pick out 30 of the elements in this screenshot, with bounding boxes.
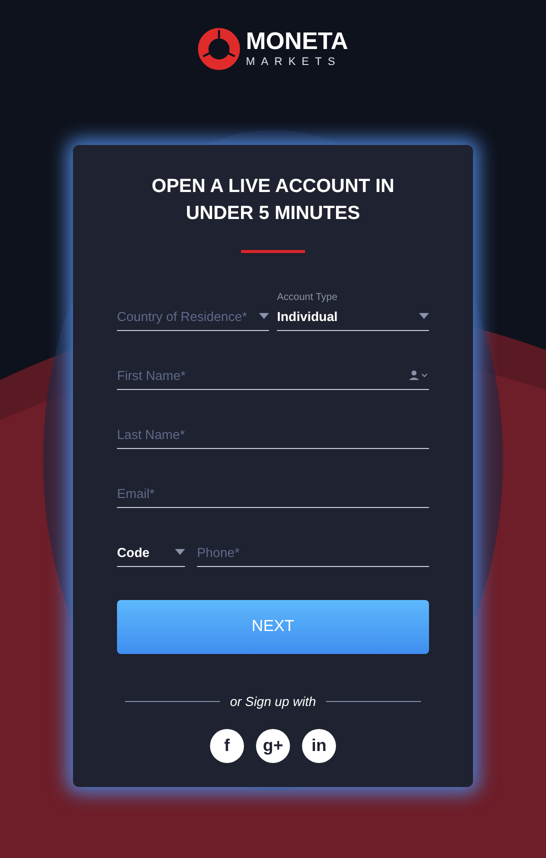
select-field[interactable]: Account Type Individual: [277, 292, 429, 331]
input-field[interactable]: Email*: [117, 483, 429, 508]
divider-text: or Sign up with: [230, 694, 316, 709]
caret-icon: [419, 313, 429, 319]
field-placeholder: First Name*: [117, 368, 186, 382]
field-label: Account Type: [277, 292, 338, 303]
heading: OPEN A LIVE ACCOUNT IN: [152, 175, 394, 199]
input-field[interactable]: First Name*: [117, 365, 429, 390]
field-placeholder: Phone*: [197, 544, 240, 560]
input-field[interactable]: Phone*: [197, 542, 429, 567]
select-field[interactable]: Code: [117, 542, 185, 567]
logo-icon: [198, 28, 240, 70]
social-button[interactable]: in: [302, 729, 336, 763]
field-value: Code: [117, 544, 150, 560]
next-button[interactable]: NEXT: [117, 600, 429, 654]
caret-icon: [175, 549, 185, 555]
field-placeholder: Email*: [117, 486, 155, 500]
input-field[interactable]: Last Name*: [117, 424, 429, 449]
person-icon: [409, 370, 429, 380]
social-button[interactable]: g+: [256, 729, 290, 763]
accent-bar: [241, 250, 305, 253]
caret-icon: [259, 313, 269, 319]
field-placeholder: Last Name*: [117, 426, 185, 442]
heading: UNDER 5 MINUTES: [186, 202, 360, 226]
field-value: Individual: [277, 308, 338, 324]
brand-name: MONETA: [246, 30, 348, 54]
brand-tagline: MARKETS: [246, 57, 342, 68]
social-button[interactable]: f: [210, 729, 244, 763]
field-placeholder: Country of Residence*: [117, 308, 248, 324]
select-field[interactable]: Country of Residence*: [117, 306, 269, 331]
